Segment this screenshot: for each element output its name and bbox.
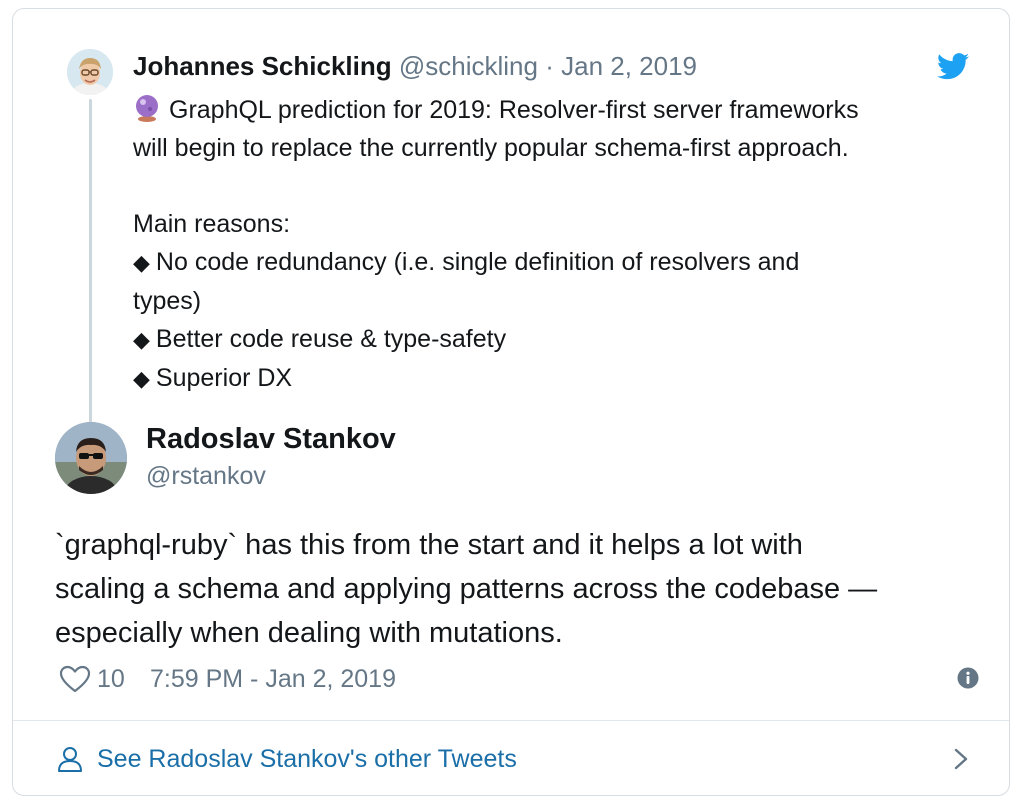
- quoted-author-name[interactable]: Johannes Schickling: [133, 51, 392, 81]
- diamond-bullet-icon: ◆: [133, 366, 150, 391]
- diamond-bullet-icon: ◆: [133, 327, 150, 352]
- footer-divider: [13, 720, 1009, 721]
- quoted-tweet-body: GraphQL prediction for 2019: Resolver-fi…: [133, 91, 973, 398]
- chevron-right-icon[interactable]: [953, 747, 969, 771]
- quoted-text-line: GraphQL prediction for 2019: Resolver-fi…: [133, 91, 973, 129]
- thread-connector-line: [89, 99, 92, 427]
- diamond-bullet-icon: ◆: [133, 250, 150, 275]
- person-icon: [58, 747, 82, 772]
- reason-item: ◆ Better code reuse & type-safety: [133, 320, 973, 359]
- see-other-tweets-label[interactable]: See Radoslav Stankov's other Tweets: [97, 739, 517, 779]
- author-handle[interactable]: @rstankov: [146, 459, 266, 493]
- crystal-ball-icon: [136, 95, 158, 122]
- header-separator: ·: [545, 51, 554, 81]
- reason3: Superior DX: [155, 364, 293, 392]
- tweet-text-line3: especially when dealing with mutations.: [55, 617, 563, 649]
- reason2: Better code reuse & type-safety: [155, 325, 507, 353]
- reason1-line1: No code redundancy (i.e. single definiti…: [155, 248, 800, 276]
- info-icon[interactable]: [957, 667, 979, 689]
- quoted-author-avatar[interactable]: [67, 49, 113, 95]
- reason-item: ◆ No code redundancy (i.e. single definit…: [133, 243, 973, 282]
- tweet-text-line1: `graphql-ruby` has this from the start a…: [55, 529, 803, 561]
- tweet-embed-card: Johannes Schickling @schickling · Jan 2,…: [12, 8, 1010, 796]
- tweet-text: `graphql-ruby` has this from the start a…: [55, 523, 985, 655]
- quoted-tweet-date[interactable]: Jan 2, 2019: [561, 51, 697, 81]
- author-name[interactable]: Radoslav Stankov: [146, 421, 396, 457]
- tweet-timestamp[interactable]: 7:59 PM - Jan 2, 2019: [150, 661, 396, 697]
- twitter-bird-icon[interactable]: [937, 53, 969, 80]
- tweet-text-line2: scaling a schema and applying patterns a…: [55, 573, 878, 605]
- reason-item: ◆ Superior DX: [133, 359, 973, 398]
- tweet-footer: 10 7:59 PM - Jan 2, 2019: [55, 661, 979, 697]
- quoted-tweet-header: Johannes Schickling @schickling · Jan 2,…: [133, 49, 949, 83]
- quoted-author-handle[interactable]: @schickling: [399, 51, 538, 81]
- reason1-line2: types): [133, 287, 202, 315]
- quoted-text-line1: GraphQL prediction for 2019: Resolver-fi…: [169, 96, 859, 124]
- like-count[interactable]: 10: [97, 661, 125, 697]
- heart-icon[interactable]: [59, 665, 91, 693]
- reasons-heading: Main reasons:: [133, 210, 291, 238]
- author-avatar[interactable]: [55, 422, 127, 494]
- quoted-text-line2: will begin to replace the currently popu…: [133, 134, 849, 162]
- see-other-tweets-link[interactable]: See Radoslav Stankov's other Tweets: [57, 739, 969, 779]
